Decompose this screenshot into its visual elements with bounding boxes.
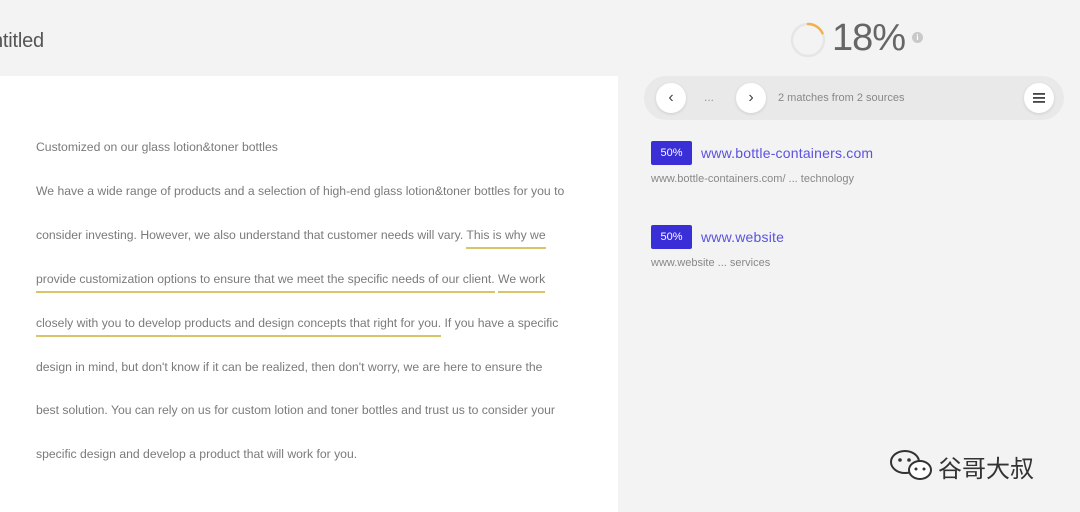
wechat-icon xyxy=(890,450,932,480)
menu-button[interactable] xyxy=(1024,83,1054,113)
document-line: closely with you to develop products and… xyxy=(36,315,559,337)
document-line: specific design and develop a product th… xyxy=(36,446,357,462)
match-source-path: www.website ... services xyxy=(651,257,771,269)
previous-match-button[interactable]: ‹ xyxy=(656,83,686,113)
match-counter: ... xyxy=(704,90,715,104)
document-text: best solution. You can rely on us for cu… xyxy=(36,403,555,417)
document-text: We have a wide range of products and a s… xyxy=(36,184,565,198)
score-ring-icon xyxy=(790,22,826,58)
match-navigation-bar: ‹ ... › 2 matches from 2 sources xyxy=(644,76,1064,120)
document-title: ntitled xyxy=(0,30,44,52)
score-value: 18% xyxy=(832,17,906,59)
document-line: design in mind, but don't know if it can… xyxy=(36,359,542,375)
match-percent-badge: 50% xyxy=(651,225,692,249)
document-text: design in mind, but don't know if it can… xyxy=(36,360,543,374)
match-source-link[interactable]: www.bottle-containers.com xyxy=(701,145,873,161)
document-line: consider investing. However, we also und… xyxy=(36,227,546,249)
match-percent-badge: 50% xyxy=(651,141,692,165)
document-text: Customized on our glass lotion&toner bot… xyxy=(36,140,278,154)
match-source[interactable]: 50% www.bottle-containers.com www.bottle… xyxy=(651,141,873,185)
watermark-text: 谷哥大叔 xyxy=(938,456,1034,483)
document-line: We have a wide range of products and a s… xyxy=(36,183,564,199)
match-source-path: www.bottle-containers.com/ ... technolog… xyxy=(651,173,854,185)
document-text: consider investing. However, we also und… xyxy=(36,228,467,242)
hamburger-menu-icon xyxy=(1033,93,1045,103)
match-source-link[interactable]: www.website xyxy=(701,229,784,245)
highlighted-match-text[interactable]: provide customization options to ensure … xyxy=(36,272,495,293)
matches-summary: 2 matches from 2 sources xyxy=(778,92,905,104)
document-editor[interactable]: Customized on our glass lotion&toner bot… xyxy=(0,76,618,512)
document-line: provide customization options to ensure … xyxy=(36,271,546,293)
document-line: Customized on our glass lotion&toner bot… xyxy=(36,139,278,155)
chevron-right-icon: › xyxy=(748,89,754,106)
highlighted-match-text[interactable]: This is why we xyxy=(466,228,546,249)
highlighted-match-text[interactable]: We work xyxy=(498,272,546,293)
document-text: specific design and develop a product th… xyxy=(36,447,358,461)
info-icon[interactable]: i xyxy=(912,32,923,43)
document-line: best solution. You can rely on us for cu… xyxy=(36,402,555,418)
chevron-left-icon: ‹ xyxy=(668,89,674,106)
document-text: If you have a specific xyxy=(441,316,559,330)
match-source[interactable]: 50% www.website www.website ... services xyxy=(651,225,784,269)
next-match-button[interactable]: › xyxy=(736,83,766,113)
highlighted-match-text[interactable]: closely with you to develop products and… xyxy=(36,316,442,337)
